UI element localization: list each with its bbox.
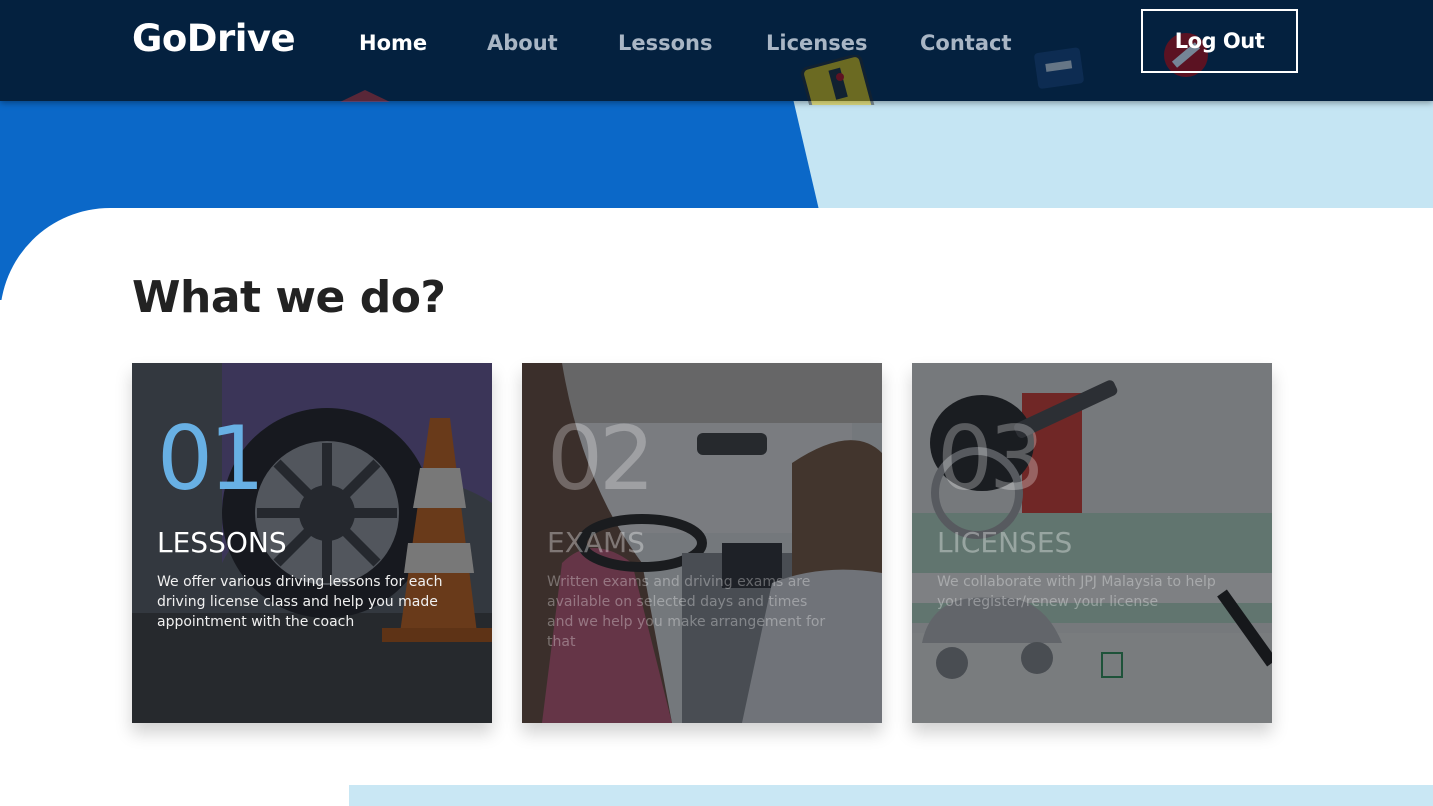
- traffic-light-sign-icon: [801, 55, 875, 105]
- card-description: We offer various driving lessons for eac…: [157, 574, 443, 630]
- nav-licenses[interactable]: Licenses: [766, 31, 867, 55]
- card-description: Written exams and driving exams are avai…: [547, 574, 826, 650]
- card-title: LESSONS: [157, 526, 287, 559]
- nav-lessons[interactable]: Lessons: [618, 31, 713, 55]
- nav-home[interactable]: Home: [359, 31, 427, 55]
- service-card-exams[interactable]: 02 EXAMS Written exams and driving exams…: [522, 363, 882, 723]
- service-card-lessons[interactable]: 01 LESSONS We offer various driving less…: [132, 363, 492, 723]
- navbar: GoDrive Home About Lessons Licenses Cont…: [0, 0, 1433, 105]
- card-title: EXAMS: [547, 526, 645, 559]
- bottom-decorative-band: [349, 785, 1433, 806]
- card-number: 01: [157, 407, 265, 510]
- card-title: LICENSES: [937, 526, 1073, 559]
- card-number: 02: [547, 407, 655, 510]
- service-card-licenses[interactable]: 03 LICENSES We collaborate with JPJ Mala…: [912, 363, 1272, 723]
- card-number: 03: [937, 407, 1045, 510]
- card-description: We collaborate with JPJ Malaysia to help…: [937, 574, 1216, 610]
- brand-logo[interactable]: GoDrive: [132, 17, 296, 60]
- warning-sign-icon: [340, 90, 390, 102]
- nav-contact[interactable]: Contact: [920, 31, 1012, 55]
- nav-about[interactable]: About: [487, 31, 558, 55]
- logout-button[interactable]: Log Out: [1141, 9, 1298, 73]
- no-entry-sign-icon: [1034, 47, 1084, 89]
- section-title: What we do?: [132, 272, 446, 323]
